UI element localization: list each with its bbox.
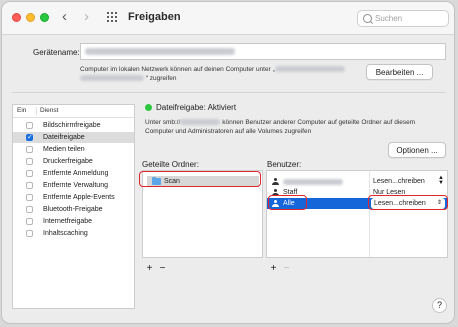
search-input[interactable]: Suchen (357, 10, 449, 27)
divider (12, 92, 446, 93)
status-indicator-icon (145, 104, 152, 111)
service-checkbox[interactable] (26, 158, 33, 165)
service-row-remote-apple-events[interactable]: Entfernte Apple-Events (13, 192, 134, 203)
user-add-remove: + − (267, 264, 293, 275)
add-folder-button[interactable]: + (143, 264, 156, 274)
redacted-smb-address (180, 119, 221, 126)
service-label: Dateifreigabe (43, 134, 85, 141)
window-title: Freigaben (128, 11, 181, 23)
zoom-window-button[interactable] (40, 13, 49, 22)
service-checkbox[interactable] (26, 206, 33, 213)
service-row-screen-sharing[interactable]: Bildschirmfreigabe (13, 120, 134, 131)
sharing-window: ‹ › Freigaben Suchen Gerätename: Compute… (1, 1, 455, 324)
service-checkbox[interactable] (26, 146, 33, 153)
redacted-user-name (283, 179, 343, 185)
service-checkbox[interactable] (26, 122, 33, 129)
service-checkbox[interactable] (26, 170, 33, 177)
service-checkbox[interactable] (26, 230, 33, 237)
service-label: Entfernte Anmeldung (43, 170, 109, 177)
highlight-box-scan (139, 171, 261, 187)
col-service-header: Dienst (36, 107, 58, 115)
service-label: Medien teilen (43, 146, 85, 153)
remove-user-button[interactable]: − (280, 264, 293, 274)
back-chevron-icon[interactable]: ‹ (62, 9, 67, 25)
service-label: Internetfreigabe (43, 218, 93, 225)
user-icon (272, 178, 280, 185)
service-row-internet-sharing[interactable]: Internetfreigabe (13, 216, 134, 227)
options-button[interactable]: Optionen ... (388, 142, 446, 158)
highlight-box-permission (368, 195, 448, 210)
search-icon (363, 14, 372, 23)
services-header: Ein Dienst (13, 105, 134, 118)
updown-chevron-icon[interactable]: ▲ ▼ (438, 175, 444, 186)
service-row-printer-sharing[interactable]: Druckerfreigabe (13, 156, 134, 167)
service-checkbox[interactable] (26, 218, 33, 225)
service-row-remote-management[interactable]: Entfernte Verwaltung (13, 180, 134, 191)
service-checkbox[interactable] (26, 182, 33, 189)
remove-folder-button[interactable]: − (156, 264, 169, 274)
service-label: Inhaltscaching (43, 230, 88, 237)
service-checkbox-checked[interactable] (26, 132, 33, 143)
folder-add-remove: + − (143, 264, 169, 275)
highlight-box-alle (268, 195, 307, 210)
users-label: Benutzer: (267, 160, 302, 169)
service-row-file-sharing[interactable]: Dateifreigabe (13, 132, 134, 143)
service-row-content-caching[interactable]: Inhaltscaching (13, 228, 134, 239)
computer-name-field[interactable] (80, 43, 446, 60)
service-label: Bluetooth-Freigabe (43, 206, 103, 213)
service-label: Entfernte Verwaltung (43, 182, 108, 189)
service-row-media-sharing[interactable]: Medien teilen (13, 144, 134, 155)
show-all-grid-icon[interactable] (107, 12, 118, 23)
edit-computer-name-button[interactable]: Bearbeiten ... (366, 64, 433, 80)
shared-folders-label: Geteilte Ordner: (142, 160, 199, 169)
service-checkbox[interactable] (26, 194, 33, 201)
minimize-window-button[interactable] (26, 13, 35, 22)
redacted-computer-name (85, 48, 235, 55)
computer-name-description: Computer im lokalen Netzwerk können auf … (80, 65, 360, 83)
close-window-button[interactable] (12, 13, 21, 22)
col-on-header: Ein (17, 107, 27, 114)
service-row-remote-login[interactable]: Entfernte Anmeldung (13, 168, 134, 179)
redacted-address-2 (80, 75, 144, 82)
computer-name-desc-part2: “ zugreifen (145, 75, 177, 82)
service-label: Bildschirmfreigabe (43, 122, 101, 129)
add-user-button[interactable]: + (267, 264, 280, 274)
user-row-owner[interactable]: Lesen...chreiben ▲ ▼ (267, 175, 447, 187)
services-list: Ein Dienst Bildschirmfreigabe Dateifreig… (12, 104, 135, 309)
forward-chevron-icon[interactable]: › (84, 9, 89, 25)
service-label: Entfernte Apple-Events (43, 194, 115, 201)
status-desc-prefix: Unter smb:// (145, 119, 181, 126)
status-title: Dateifreigabe: Aktiviert (156, 103, 237, 112)
user-permission[interactable]: Lesen...chreiben (373, 176, 425, 187)
search-placeholder: Suchen (375, 14, 403, 23)
computer-name-label: Gerätename: (33, 48, 80, 57)
status-description: Unter smb:// können Benutzer anderer Com… (145, 118, 445, 136)
service-row-bluetooth-sharing[interactable]: Bluetooth-Freigabe (13, 204, 134, 215)
redacted-address (274, 66, 345, 73)
title-bar: ‹ › Freigaben Suchen (2, 2, 454, 35)
help-button[interactable]: ? (432, 298, 447, 313)
service-label: Druckerfreigabe (43, 158, 93, 165)
users-list: Lesen...chreiben ▲ ▼ Staff Nur Lesen Alle… (266, 170, 448, 258)
computer-name-desc-part1: Computer im lokalen Netzwerk können auf … (80, 66, 275, 73)
